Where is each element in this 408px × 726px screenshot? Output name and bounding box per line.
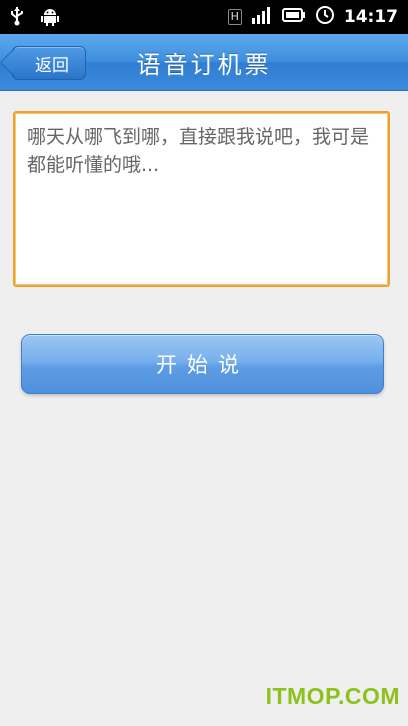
back-button-label: 返回 bbox=[35, 55, 69, 76]
alarm-clock-icon bbox=[315, 5, 335, 29]
battery-icon bbox=[281, 7, 306, 27]
start-speaking-button[interactable]: 开始说 bbox=[21, 334, 384, 394]
android-debug-icon bbox=[40, 6, 60, 30]
watermark: ITMOP.COM bbox=[265, 683, 400, 709]
status-time: 14:17 bbox=[343, 7, 398, 27]
title-bar: 返回 语音订机票 bbox=[0, 34, 408, 91]
usb-icon bbox=[10, 6, 24, 30]
status-bar: H 14:17 bbox=[0, 0, 408, 34]
back-button[interactable]: 返回 bbox=[0, 46, 86, 80]
network-type-indicator: H bbox=[227, 9, 242, 25]
signal-icon bbox=[251, 6, 273, 28]
start-speaking-button-label: 开始说 bbox=[156, 353, 249, 377]
voice-request-input[interactable] bbox=[13, 111, 390, 287]
